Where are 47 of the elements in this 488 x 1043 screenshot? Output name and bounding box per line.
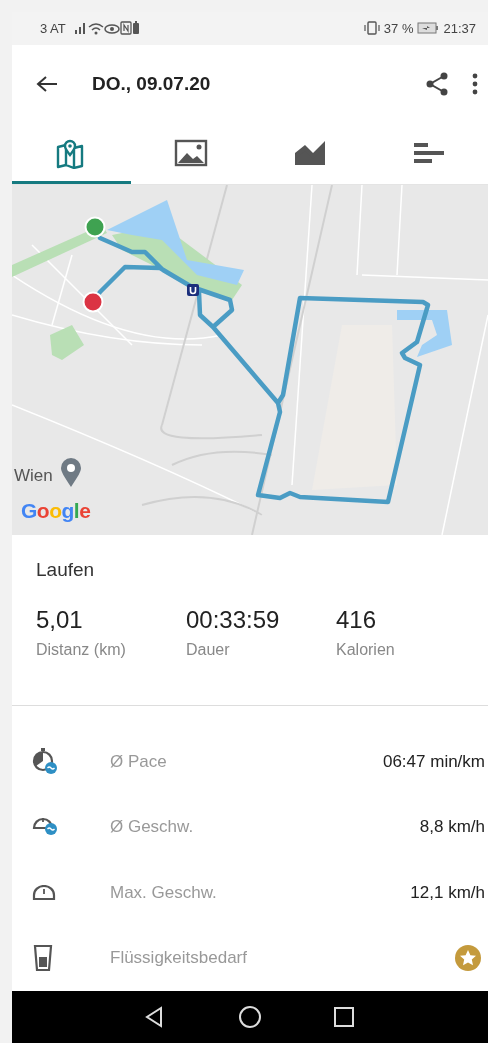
star-badge-icon xyxy=(454,943,482,972)
battery-percent: 37 % xyxy=(383,19,414,38)
stat-label: Dauer xyxy=(186,639,231,660)
detail-label: Max. Geschw. xyxy=(110,881,218,904)
stopwatch-icon xyxy=(32,748,58,775)
place-pin-icon xyxy=(60,458,82,489)
detail-value: 12,1 km/h xyxy=(410,881,485,904)
stat-value: 00:33:59 xyxy=(186,604,281,635)
start-marker-icon xyxy=(84,216,106,239)
park-area xyxy=(50,325,84,361)
home-nav-button[interactable] xyxy=(238,1004,262,1029)
detail-label: Flüssigkeitsbedarf xyxy=(110,947,248,970)
more-button[interactable] xyxy=(472,73,478,96)
wifi-icon xyxy=(87,21,104,35)
clock: 21:37 xyxy=(443,19,476,38)
nfc-icon xyxy=(119,21,132,36)
stat-value: 5,01 xyxy=(36,604,84,635)
eye-icon xyxy=(103,21,120,35)
detail-label: Ø Pace xyxy=(110,750,168,773)
detail-value: 8,8 km/h xyxy=(419,816,485,839)
circle-icon xyxy=(238,1004,262,1029)
stat-value: 416 xyxy=(336,604,378,635)
end-marker-icon xyxy=(82,291,104,314)
vibrate-icon xyxy=(363,21,380,36)
detail-label: Ø Geschw. xyxy=(110,816,195,839)
signal-icon xyxy=(73,22,88,35)
activity-type: Laufen xyxy=(35,558,96,583)
subway-icon xyxy=(187,284,199,297)
carrier-label: 3 AT xyxy=(40,19,66,38)
back-button[interactable] xyxy=(36,75,58,94)
battery-icon xyxy=(417,22,440,35)
share-icon xyxy=(426,72,448,97)
share-button[interactable] xyxy=(426,72,448,97)
place-label: Wien xyxy=(14,465,53,488)
cup-icon xyxy=(32,943,54,972)
screen-title: DO., 09.07.20 xyxy=(92,72,212,97)
speedometer-icon xyxy=(32,817,58,837)
map-attribution: Google xyxy=(21,498,91,525)
square-icon xyxy=(332,1004,356,1029)
detail-value: 06:47 min/km xyxy=(382,750,485,773)
battery-small-icon xyxy=(131,21,140,36)
speedometer-icon xyxy=(32,884,56,900)
back-arrow-icon xyxy=(36,75,58,94)
stat-label: Kalorien xyxy=(336,639,396,660)
recents-nav-button[interactable] xyxy=(332,1004,356,1029)
stat-label: Distanz (km) xyxy=(36,639,127,660)
more-icon xyxy=(472,73,478,96)
